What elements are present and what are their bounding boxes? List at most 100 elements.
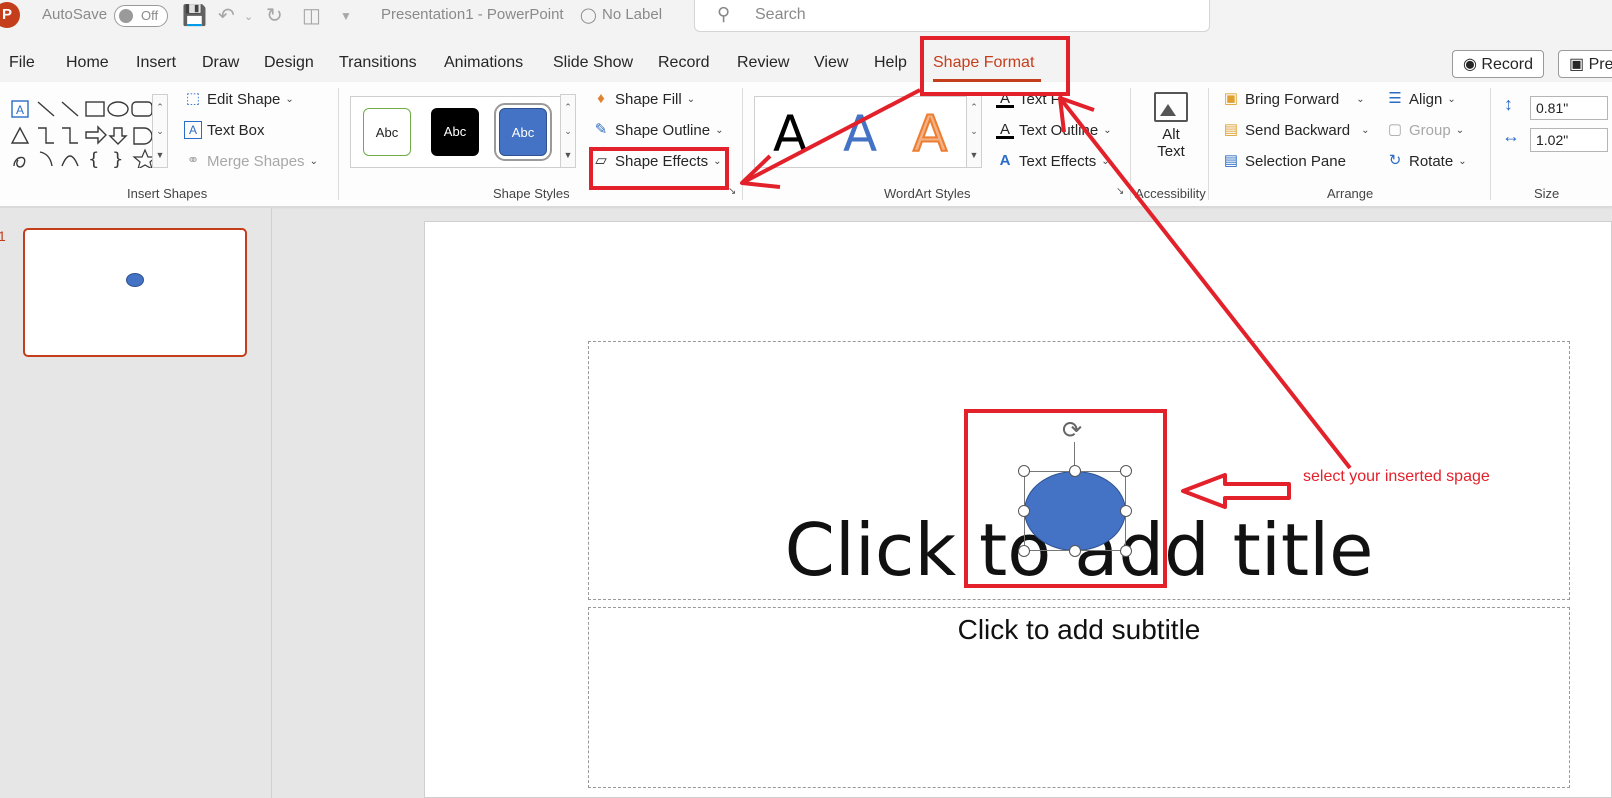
send-backward-icon: ▤	[1223, 121, 1239, 138]
chevron-down-icon: ⌄	[1101, 155, 1110, 167]
tab-record[interactable]: Record	[658, 54, 710, 72]
tab-help[interactable]: Help	[874, 54, 907, 72]
group-icon: ▢	[1387, 121, 1403, 138]
shape-styles-group-label: Shape Styles	[493, 186, 570, 201]
shapes-gallery-scroll[interactable]: ⌃ ⌄ ▼	[152, 94, 168, 168]
undo-dropdown-icon[interactable]: ⌄	[244, 10, 253, 23]
sensitivity-shield-icon: ◯	[580, 7, 597, 24]
shape-height-icon: ↕	[1504, 94, 1513, 114]
text-effects-button[interactable]: A Text Effects ⌄	[996, 152, 1110, 170]
dialog-launcher-icon[interactable]: ↘	[1116, 186, 1124, 197]
align-icon: ☰	[1388, 90, 1402, 107]
rotate-button[interactable]: ↻ Rotate ⌄	[1386, 152, 1467, 170]
merge-shapes-button[interactable]: ⚭ Merge Shapes ⌄	[184, 152, 318, 170]
shape-outline-button[interactable]: ✎ Shape Outline ⌄	[592, 121, 724, 139]
undo-icon[interactable]: ↶	[218, 3, 235, 28]
scroll-down-icon[interactable]: ⌄	[153, 119, 167, 143]
tab-animations[interactable]: Animations	[444, 54, 523, 72]
align-button[interactable]: ☰ Align ⌄	[1386, 90, 1456, 108]
autosave-state: Off	[141, 8, 159, 23]
style-swatch-outline[interactable]: Abc	[363, 108, 411, 156]
chevron-down-icon: ⌄	[1103, 124, 1112, 136]
style-swatch-blue[interactable]: Abc	[494, 103, 552, 161]
bring-forward-icon: ▣	[1223, 90, 1239, 107]
search-box[interactable]: ⚲ Search	[694, 0, 1210, 32]
scroll-down-icon[interactable]: ⌄	[967, 119, 981, 143]
accessibility-group-label: Accessibility	[1135, 186, 1206, 201]
redo-icon[interactable]: ↻	[266, 3, 283, 28]
sensitivity-label[interactable]: No Label	[602, 6, 662, 23]
wordart-blue-a[interactable]: A	[843, 105, 877, 163]
edit-shape-button[interactable]: ⬚ Edit Shape ⌄	[184, 90, 294, 108]
customize-toolbar-icon[interactable]: ▼	[340, 9, 352, 23]
text-box-button[interactable]: A Text Box	[184, 121, 265, 139]
shape-styles-scroll[interactable]: ⌃ ⌄ ▼	[560, 94, 576, 168]
present-from-start-icon[interactable]: ◫	[302, 3, 321, 28]
scroll-up-icon[interactable]: ⌃	[153, 95, 167, 119]
edit-shape-label: Edit Shape	[207, 90, 281, 108]
wordart-orange-a[interactable]: A	[912, 104, 948, 164]
present-button[interactable]: ▣ Pres	[1558, 50, 1612, 78]
tab-draw[interactable]: Draw	[202, 54, 239, 72]
shape-width-input[interactable]: 1.02"	[1530, 128, 1608, 152]
wordart-styles-group-label: WordArt Styles	[884, 186, 971, 201]
scroll-down-icon[interactable]: ⌄	[561, 119, 575, 143]
dialog-launcher-icon[interactable]: ↘	[728, 186, 736, 197]
shape-height-input[interactable]: 0.81"	[1530, 96, 1608, 120]
text-outline-button[interactable]: A Text Outline ⌄	[996, 121, 1112, 139]
text-box-label: Text Box	[207, 121, 265, 139]
shapes-gallery[interactable]: A { }	[8, 96, 172, 171]
toggle-knob	[119, 9, 133, 23]
gallery-more-icon[interactable]: ▼	[561, 143, 575, 167]
present-button-label: Pres	[1588, 56, 1612, 73]
merge-shapes-icon: ⚭	[186, 152, 200, 169]
scroll-up-icon[interactable]: ⌃	[561, 95, 575, 119]
shape-styles-gallery[interactable]: Abc Abc Abc	[350, 96, 568, 168]
pen-outline-icon: ✎	[594, 121, 608, 138]
shape-fill-button[interactable]: ♦ Shape Fill ⌄	[592, 90, 695, 108]
autosave-toggle[interactable]: Off	[114, 5, 168, 27]
selection-pane-button[interactable]: ▤ Selection Pane	[1222, 152, 1346, 170]
tab-view[interactable]: View	[814, 54, 848, 72]
shape-fill-label: Shape Fill	[615, 90, 682, 108]
svg-text:{: {	[88, 149, 99, 168]
save-icon[interactable]: 💾	[182, 3, 207, 28]
rotate-label: Rotate	[1409, 152, 1454, 170]
bring-forward-button[interactable]: ▣ Bring Forward ⌄	[1222, 90, 1365, 108]
svg-text:}: }	[112, 149, 123, 168]
tab-slide-show[interactable]: Slide Show	[553, 54, 633, 72]
search-input[interactable]: Search	[755, 6, 806, 24]
tab-review[interactable]: Review	[737, 54, 789, 72]
tab-insert[interactable]: Insert	[136, 54, 176, 72]
wordart-gallery[interactable]: A A A	[754, 96, 976, 168]
tab-transitions[interactable]: Transitions	[339, 54, 417, 72]
gallery-more-icon[interactable]: ▼	[153, 143, 167, 167]
alt-text-button[interactable]: Alt Text	[1146, 92, 1196, 172]
slide-number: 1	[0, 228, 6, 244]
send-backward-button[interactable]: ▤ Send Backward ⌄	[1222, 121, 1370, 139]
group-divider	[1490, 88, 1491, 200]
group-button[interactable]: ▢ Group ⌄	[1386, 121, 1464, 139]
selection-pane-label: Selection Pane	[1245, 152, 1346, 170]
wordart-scroll[interactable]: ⌃ ⌄ ▼	[966, 94, 982, 168]
subtitle-placeholder[interactable]: Click to add subtitle	[588, 607, 1570, 788]
size-group-label: Size	[1534, 186, 1560, 201]
slide-thumbnail[interactable]	[23, 228, 247, 357]
tab-home[interactable]: Home	[66, 54, 109, 72]
tab-design[interactable]: Design	[264, 54, 314, 72]
scroll-up-icon[interactable]: ⌃	[967, 95, 981, 119]
chevron-down-icon: ⌄	[1447, 93, 1456, 105]
record-button-label: Record	[1481, 56, 1533, 73]
powerpoint-logo-icon: P	[0, 2, 20, 28]
wordart-black-a[interactable]: A	[773, 105, 807, 163]
tab-file[interactable]: File	[9, 54, 35, 72]
group-divider	[1130, 88, 1131, 200]
paint-bucket-icon: ♦	[597, 90, 605, 107]
gallery-more-icon[interactable]: ▼	[967, 143, 981, 167]
ribbon: A { } ⌃ ⌄ ▼ ⬚ Edit Shape ⌄ A Text Box ⚭ …	[0, 82, 1612, 207]
style-swatch-black[interactable]: Abc	[431, 108, 479, 156]
autosave-label: AutoSave	[42, 6, 108, 23]
record-button[interactable]: ◉ Record	[1452, 50, 1544, 78]
annotation-note: select your inserted spage	[1303, 468, 1490, 485]
annotation-box-shape	[964, 409, 1167, 588]
